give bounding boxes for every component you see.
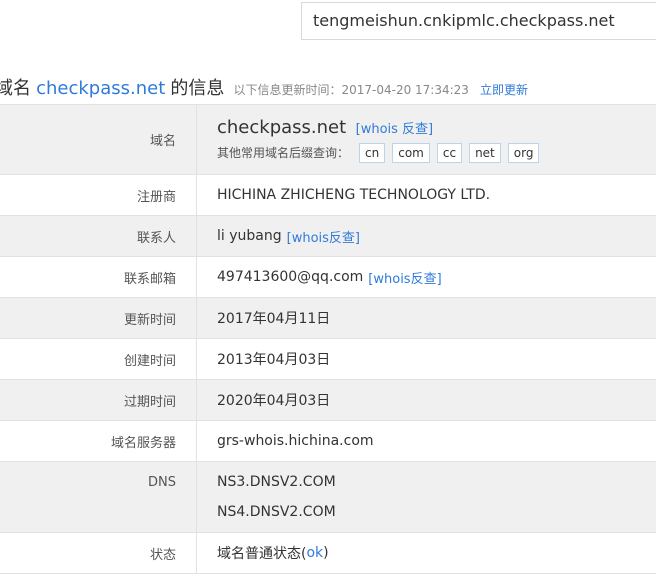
row-expires: 过期时间 2020年04月03日 [0,380,656,421]
row-email-label: 联系邮箱 [0,257,197,297]
row-status-label: 状态 [0,533,197,573]
row-status-value: 域名普通状态(ok) [197,533,656,573]
row-dns-value: NS3.DNSV2.COM NS4.DNSV2.COM [197,462,656,532]
domain-whois-reverse-link[interactable]: [whois 反查] [356,122,434,137]
row-domain-label: 域名 [0,105,197,174]
updated-value: 2017年04月11日 [217,311,331,327]
status-prefix: 域名普通状态( [217,546,307,562]
row-dns: DNS NS3.DNSV2.COM NS4.DNSV2.COM [0,462,656,533]
domain-name: checkpass.net [217,116,347,138]
row-email: 联系邮箱 497413600@qq.com [whois反查] [0,257,656,298]
update-time-text: 以下信息更新时间：2017-04-20 17:34:23 [233,83,469,97]
row-expires-label: 过期时间 [0,380,197,420]
row-dns-label: DNS [0,462,197,532]
row-created-label: 创建时间 [0,339,197,379]
dns-server-1: NS3.DNSV2.COM [217,474,336,490]
page-heading: 域名 checkpass.net 的信息 以下信息更新时间：2017-04-20… [0,77,528,102]
status-suffix: ) [323,545,329,561]
heading-domain-link[interactable]: checkpass.net [36,78,165,99]
nameserver-value: grs-whois.hichina.com [217,433,374,449]
created-value: 2013年04月03日 [217,352,331,368]
email-whois-reverse-link[interactable]: [whois反查] [368,268,441,287]
suffix-com-button[interactable]: com [392,142,430,163]
row-nameserver: 域名服务器 grs-whois.hichina.com [0,421,656,462]
dns-server-2: NS4.DNSV2.COM [217,504,336,520]
row-nameserver-label: 域名服务器 [0,421,197,461]
contact-value: li yubang [217,228,282,244]
registrar-value: HICHINA ZHICHENG TECHNOLOGY LTD. [217,187,491,203]
row-created: 创建时间 2013年04月03日 [0,339,656,380]
whois-table: 域名 checkpass.net [whois 反查] 其他常用域名后缀查询： … [0,104,656,574]
contact-whois-reverse-link[interactable]: [whois反查] [287,227,360,246]
row-registrar: 注册商 HICHINA ZHICHENG TECHNOLOGY LTD. [0,175,656,216]
row-registrar-label: 注册商 [0,175,197,215]
row-email-value: 497413600@qq.com [whois反查] [197,257,656,297]
row-contact: 联系人 li yubang [whois反查] [0,216,656,257]
refresh-now-link[interactable]: 立即更新 [480,83,528,97]
suffix-query: 其他常用域名后缀查询： cn com cc net org [217,142,546,163]
domain-search-input[interactable]: tengmeishun.cnkipmlc.checkpass.net [301,2,656,40]
suffix-cc-button[interactable]: cc [436,142,463,163]
row-domain: 域名 checkpass.net [whois 反查] 其他常用域名后缀查询： … [0,105,656,175]
heading-suffix: 的信息 [170,78,225,99]
row-contact-label: 联系人 [0,216,197,256]
email-value: 497413600@qq.com [217,269,364,285]
row-updated: 更新时间 2017年04月11日 [0,298,656,339]
row-updated-label: 更新时间 [0,298,197,338]
row-status: 状态 域名普通状态(ok) [0,533,656,574]
row-domain-value: checkpass.net [whois 反查] 其他常用域名后缀查询： cn … [197,105,656,174]
row-contact-value: li yubang [whois反查] [197,216,656,256]
suffix-org-button[interactable]: org [507,142,540,163]
status-ok-link[interactable]: ok [306,545,323,561]
expires-value: 2020年04月03日 [217,393,331,409]
suffix-net-button[interactable]: net [469,142,501,163]
heading-prefix: 域名 [0,78,31,99]
suffix-cn-button[interactable]: cn [359,142,386,163]
suffix-query-label: 其他常用域名后缀查询： [217,146,350,160]
